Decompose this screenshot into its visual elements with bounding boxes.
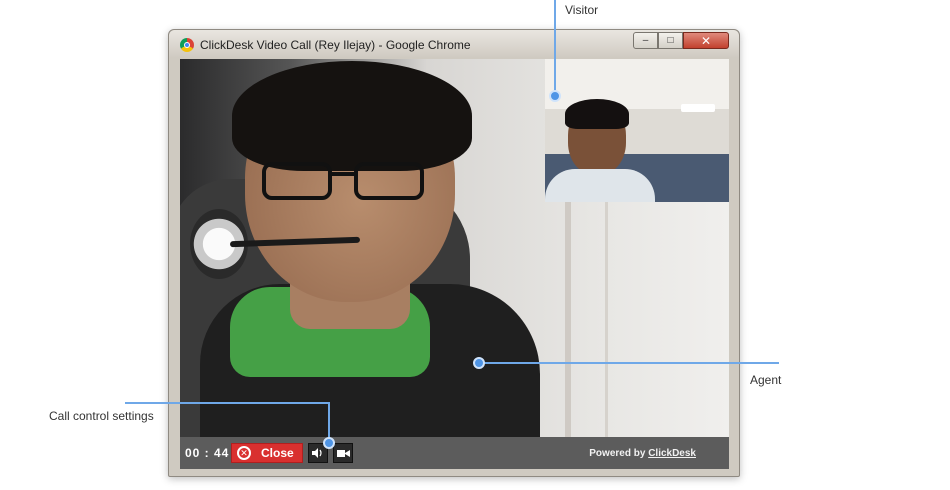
call-timer: 00 : 44: [185, 446, 230, 460]
powered-by-prefix: Powered by: [589, 448, 646, 459]
background-wall-line: [605, 199, 608, 437]
right-lens: [354, 162, 424, 200]
glasses-bridge: [330, 172, 356, 176]
speaker-icon: [312, 448, 322, 458]
browser-window: ClickDesk Video Call (Rey Ilejay) - Goog…: [168, 29, 740, 477]
agent-video-feed: [180, 59, 729, 437]
visitor-pointer-line: [554, 0, 556, 96]
visitor-shirt: [545, 169, 655, 202]
clickdesk-link[interactable]: ClickDesk: [648, 448, 696, 459]
agent-glasses: [262, 162, 432, 204]
agent-annotation-label: Agent: [750, 373, 782, 387]
window-titlebar[interactable]: ClickDesk Video Call (Rey Ilejay) - Goog…: [169, 30, 739, 58]
visitor-hair: [565, 99, 629, 129]
close-call-label: Close: [261, 446, 294, 460]
maximize-button[interactable]: □: [658, 32, 683, 49]
ceiling-light: [681, 104, 715, 112]
minimize-button[interactable]: –: [633, 32, 658, 49]
background-wall: [565, 199, 571, 437]
call-control-bar: 00 : 44 ✕ Close Powered by ClickDesk: [180, 437, 729, 469]
close-circle-icon: ✕: [237, 446, 251, 460]
call-control-pointer-dot: [323, 437, 335, 449]
agent-pointer-line: [483, 362, 779, 364]
chrome-logo-icon: [180, 38, 194, 52]
left-lens: [262, 162, 332, 200]
call-control-pointer-line-vertical: [328, 402, 330, 440]
powered-by-text: Powered by ClickDesk: [589, 448, 696, 459]
window-title: ClickDesk Video Call (Rey Ilejay) - Goog…: [200, 38, 471, 52]
window-close-button[interactable]: ✕: [683, 32, 729, 49]
camera-button[interactable]: [333, 443, 353, 463]
visitor-pointer-dot: [549, 90, 561, 102]
camera-icon: [336, 449, 350, 457]
close-call-button[interactable]: ✕ Close: [231, 443, 303, 463]
agent-pointer-dot: [473, 357, 485, 369]
window-controls: – □ ✕: [633, 32, 729, 49]
visitor-video-feed: [545, 59, 729, 202]
call-control-pointer-line: [125, 402, 329, 404]
visitor-annotation-label: Visitor: [565, 3, 599, 17]
call-control-annotation-label: Call control settings: [49, 409, 154, 423]
agent-hair: [232, 61, 472, 171]
